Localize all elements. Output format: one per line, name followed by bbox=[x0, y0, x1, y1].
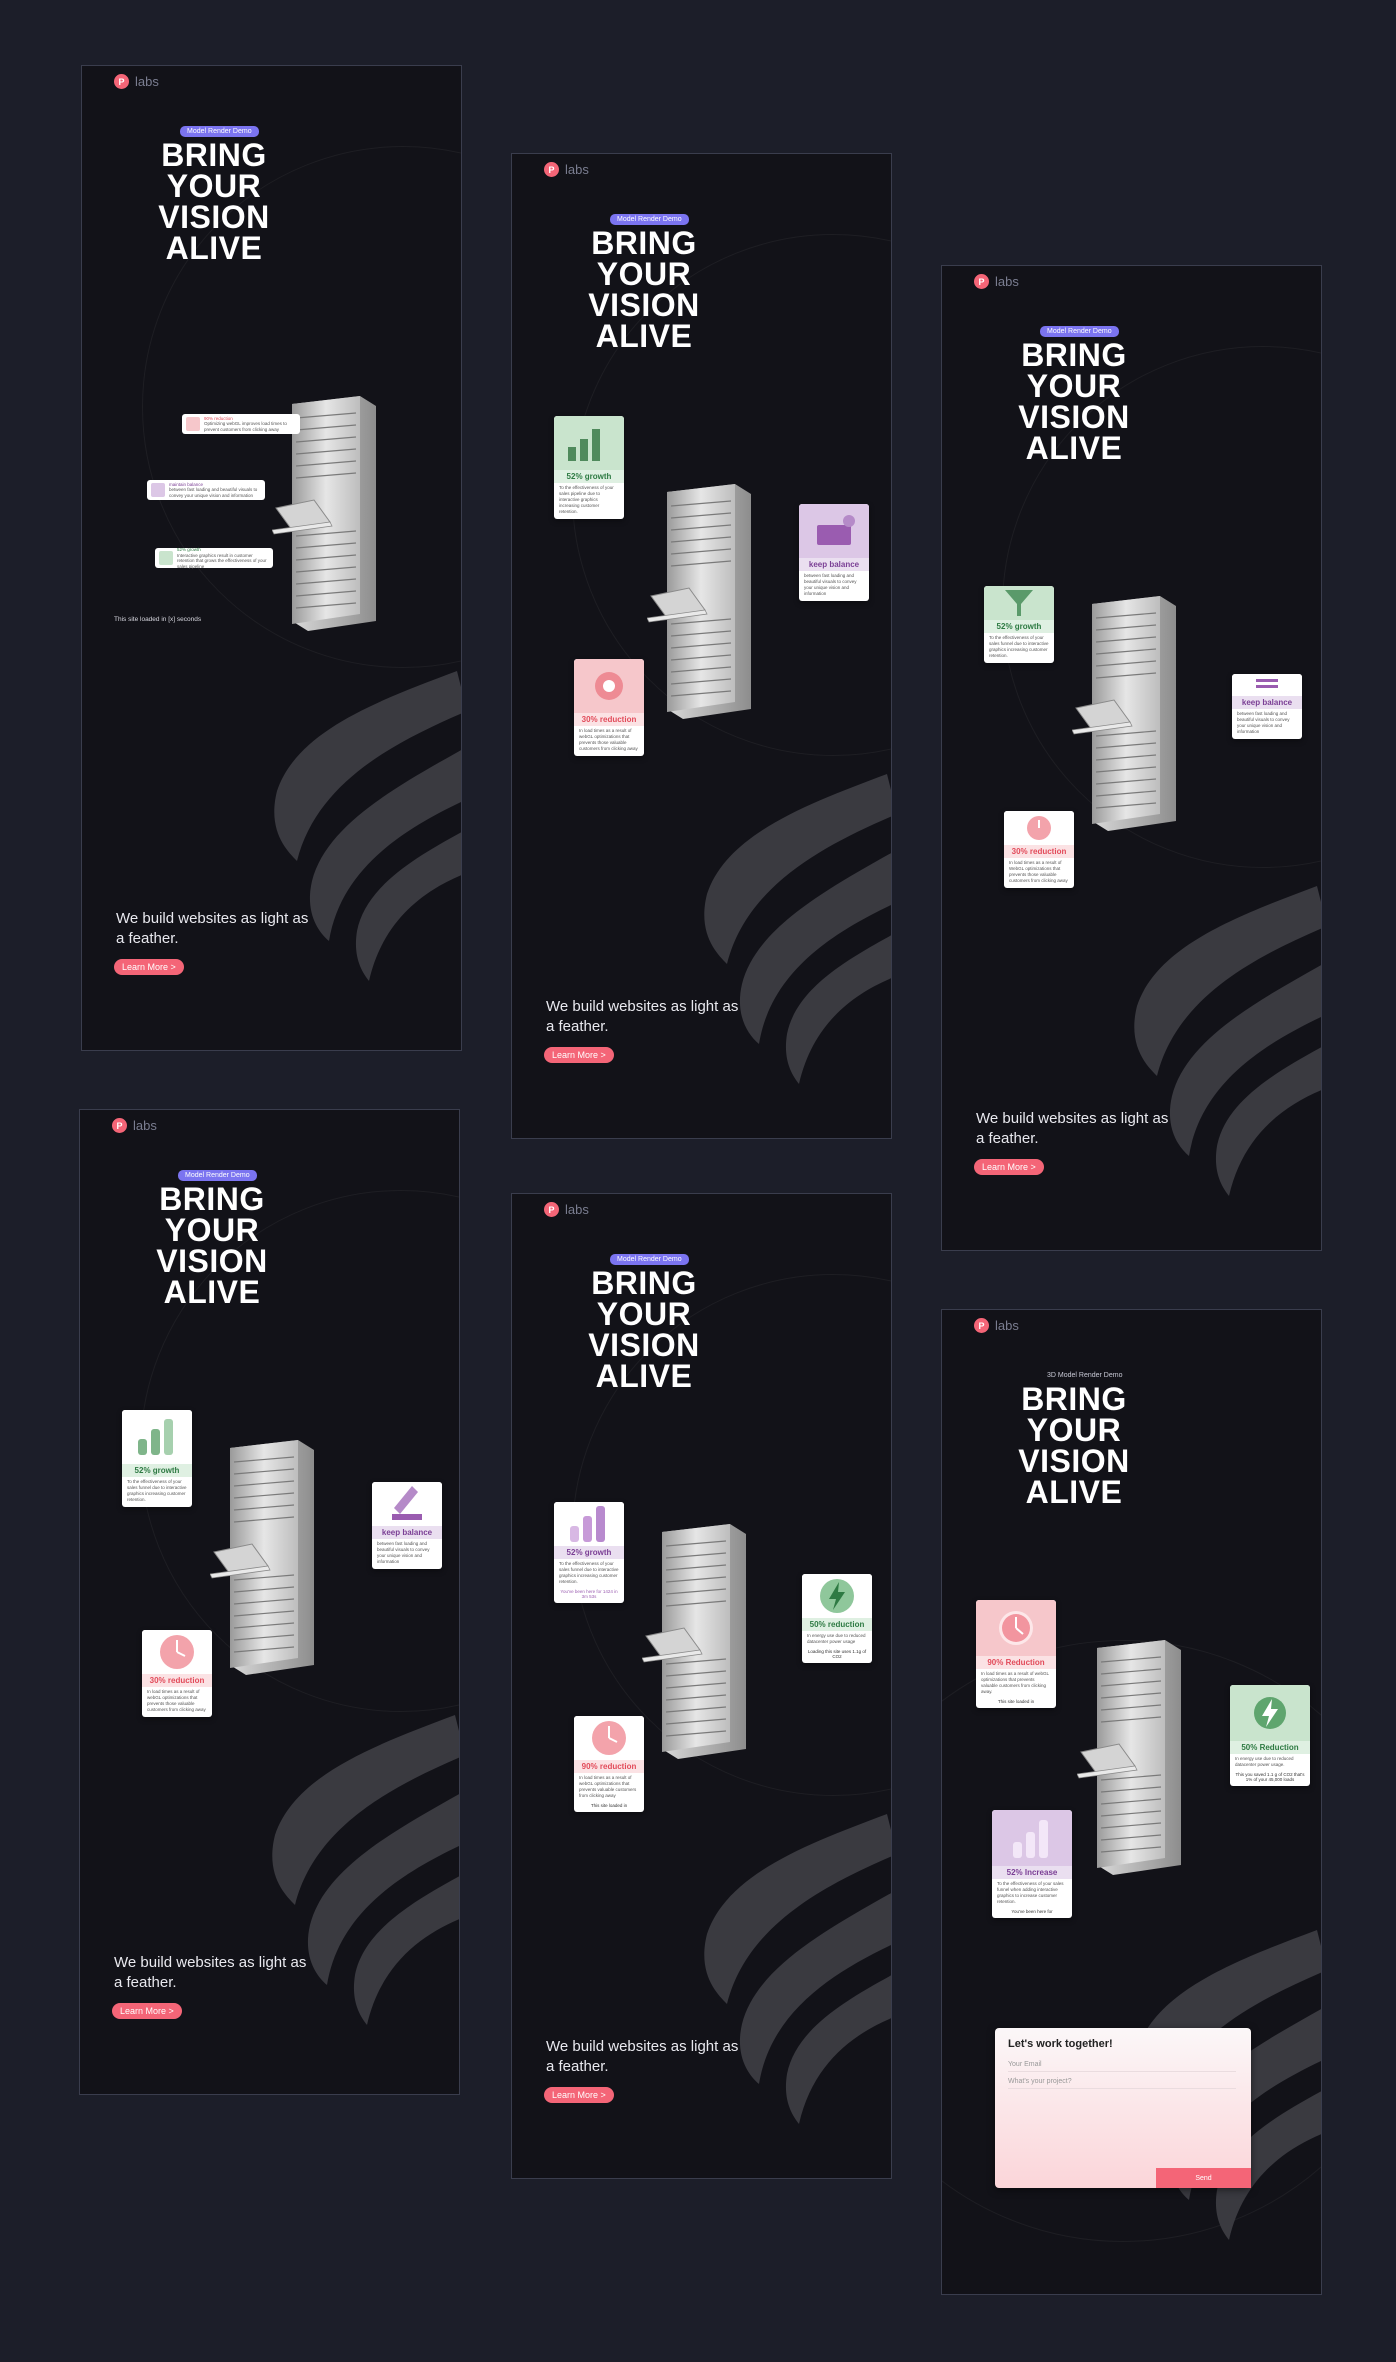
page-title: BRING YOUR VISION ALIVE bbox=[1018, 337, 1130, 466]
demo-badge: Model Render Demo bbox=[180, 126, 259, 137]
lightning-icon bbox=[1230, 1685, 1310, 1741]
screen-5: P labs Model Render Demo BRING YOUR VISION… bbox=[511, 1193, 892, 2179]
logo-mark: P bbox=[974, 1318, 989, 1333]
demo-badge: Model Render Demo bbox=[610, 1254, 689, 1265]
server-model[interactable] bbox=[1077, 1640, 1187, 1875]
learn-more-button[interactable]: Learn More > bbox=[112, 2003, 182, 2019]
growth-card: 52% growth To the effectiveness of your … bbox=[554, 1502, 624, 1603]
screen-2: P labs Model Render Demo BRING YOUR VISION… bbox=[511, 153, 892, 1139]
email-field[interactable]: Your Email bbox=[1008, 2061, 1236, 2072]
logo-text: labs bbox=[995, 274, 1019, 289]
logo-mark: P bbox=[112, 1118, 127, 1133]
balance-card: keep balance between fast loading and be… bbox=[1232, 674, 1302, 739]
energy-card: 50% reduction In energy use due to reduc… bbox=[802, 1574, 872, 1663]
page-title: BRING YOUR VISION ALIVE bbox=[156, 1181, 268, 1310]
logo-text: labs bbox=[565, 1202, 589, 1217]
balance-icon bbox=[151, 483, 165, 497]
server-model[interactable] bbox=[647, 484, 757, 719]
growth-chart-icon bbox=[992, 1810, 1072, 1866]
feather-logo-graphic bbox=[687, 774, 892, 1094]
server-model[interactable] bbox=[1072, 596, 1182, 831]
logo-text: labs bbox=[135, 74, 159, 89]
screen-3: P labs Model Render Demo BRING YOUR VISION… bbox=[941, 265, 1322, 1251]
tagline: We build websites as light as a feather. bbox=[546, 2038, 739, 2075]
logo-text: labs bbox=[133, 1118, 157, 1133]
funnel-icon bbox=[984, 586, 1054, 620]
page-title: BRING YOUR VISION ALIVE bbox=[1018, 1381, 1130, 1510]
logo-text: labs bbox=[995, 1318, 1019, 1333]
tagline: We build websites as light as a feather. bbox=[976, 1110, 1169, 1147]
logo-mark: P bbox=[114, 74, 129, 89]
tagline: We build websites as light as a feather. bbox=[114, 1954, 307, 1991]
rocket-icon bbox=[574, 659, 644, 713]
form-title: Let's work together! bbox=[1008, 2038, 1113, 2050]
server-model[interactable] bbox=[210, 1440, 320, 1675]
learn-more-button[interactable]: Learn More > bbox=[114, 959, 184, 975]
logo-text: labs bbox=[565, 162, 589, 177]
screen-6: P labs 3D Model Render Demo BRING YOUR VIS… bbox=[941, 1309, 1322, 2295]
contact-form: Let's work together! Your Email What's y… bbox=[995, 2028, 1251, 2188]
reduction-card: 30% reduction In load times as a result … bbox=[1004, 811, 1074, 888]
balance-icon bbox=[1232, 674, 1302, 696]
growth-card: 52% growth To the effectiveness of your … bbox=[984, 586, 1054, 663]
learn-more-button[interactable]: Learn More > bbox=[974, 1159, 1044, 1175]
growth-chart-icon bbox=[122, 1410, 192, 1464]
screen-4: P labs Model Render Demo BRING YOUR VISION… bbox=[79, 1109, 460, 2095]
load-time-text: This site loaded in [x] seconds bbox=[114, 616, 202, 623]
rocket-icon bbox=[372, 1482, 442, 1526]
logo[interactable]: P labs bbox=[974, 274, 1019, 289]
clock-icon bbox=[186, 417, 200, 431]
logo[interactable]: P labs bbox=[114, 74, 159, 89]
page-title: BRING YOUR VISION ALIVE bbox=[158, 137, 270, 266]
reduction-card: 90% reduction In load times as a result … bbox=[574, 1716, 644, 1812]
feather-logo-graphic bbox=[687, 1814, 892, 2134]
tagline: We build websites as light as a feather. bbox=[116, 910, 309, 947]
logo-mark: P bbox=[974, 274, 989, 289]
growth-card: 52% growth To the effectiveness of your … bbox=[122, 1410, 192, 1507]
clock-icon bbox=[574, 1716, 644, 1760]
page-title: BRING YOUR VISION ALIVE bbox=[588, 225, 700, 354]
growth-card: 52% growth To the effectiveness of your … bbox=[554, 416, 624, 519]
demo-badge: Model Render Demo bbox=[1040, 326, 1119, 337]
learn-more-button[interactable]: Learn More > bbox=[544, 2087, 614, 2103]
project-field[interactable]: What's your project? bbox=[1008, 2078, 1236, 2089]
growth-chart-icon bbox=[554, 1502, 624, 1546]
feather-logo-graphic bbox=[1117, 886, 1322, 1206]
logo[interactable]: P labs bbox=[112, 1118, 157, 1133]
lightning-icon bbox=[802, 1574, 872, 1618]
balance-icon bbox=[799, 504, 869, 558]
demo-badge: Model Render Demo bbox=[610, 214, 689, 225]
logo-mark: P bbox=[544, 1202, 559, 1217]
growth-chart-icon bbox=[554, 416, 624, 470]
balance-card: keep balance between fast loading and be… bbox=[799, 504, 869, 601]
energy-card: 50% Reduction In energy use due to reduc… bbox=[1230, 1685, 1310, 1786]
clock-icon bbox=[142, 1630, 212, 1674]
logo[interactable]: P labs bbox=[544, 162, 589, 177]
reduction-card: 30% reduction In load times as a result … bbox=[142, 1630, 212, 1717]
stat-row-reduction: 90% reduction Optimizing webGL improves l… bbox=[182, 414, 300, 434]
clock-icon bbox=[976, 1600, 1056, 1656]
growth-icon bbox=[159, 551, 173, 565]
server-model[interactable] bbox=[642, 1524, 752, 1759]
learn-more-button[interactable]: Learn More > bbox=[544, 1047, 614, 1063]
send-button[interactable]: Send bbox=[1156, 2168, 1251, 2188]
screen-1: P labs Model Render Demo BRING YOUR VISION… bbox=[81, 65, 462, 1051]
page-title: BRING YOUR VISION ALIVE bbox=[588, 1265, 700, 1394]
logo[interactable]: P labs bbox=[544, 1202, 589, 1217]
load-time-card: 90% Reduction In load times as a result … bbox=[976, 1600, 1056, 1708]
logo-mark: P bbox=[544, 162, 559, 177]
balance-card: keep balance between fast loading and be… bbox=[372, 1482, 442, 1569]
demo-badge: Model Render Demo bbox=[178, 1170, 257, 1181]
growth-card: 52% Increase To the effectiveness of you… bbox=[992, 1810, 1072, 1918]
demo-badge: 3D Model Render Demo bbox=[1047, 1372, 1123, 1379]
stat-row-balance: maintain balance between fast loading and… bbox=[147, 480, 265, 500]
logo[interactable]: P labs bbox=[974, 1318, 1019, 1333]
reduction-card: 30% reduction In load times as a result … bbox=[574, 659, 644, 756]
stat-row-growth: 52% growth Interactive graphics result in… bbox=[155, 547, 273, 569]
tagline: We build websites as light as a feather. bbox=[546, 998, 739, 1035]
clock-icon bbox=[1004, 811, 1074, 845]
